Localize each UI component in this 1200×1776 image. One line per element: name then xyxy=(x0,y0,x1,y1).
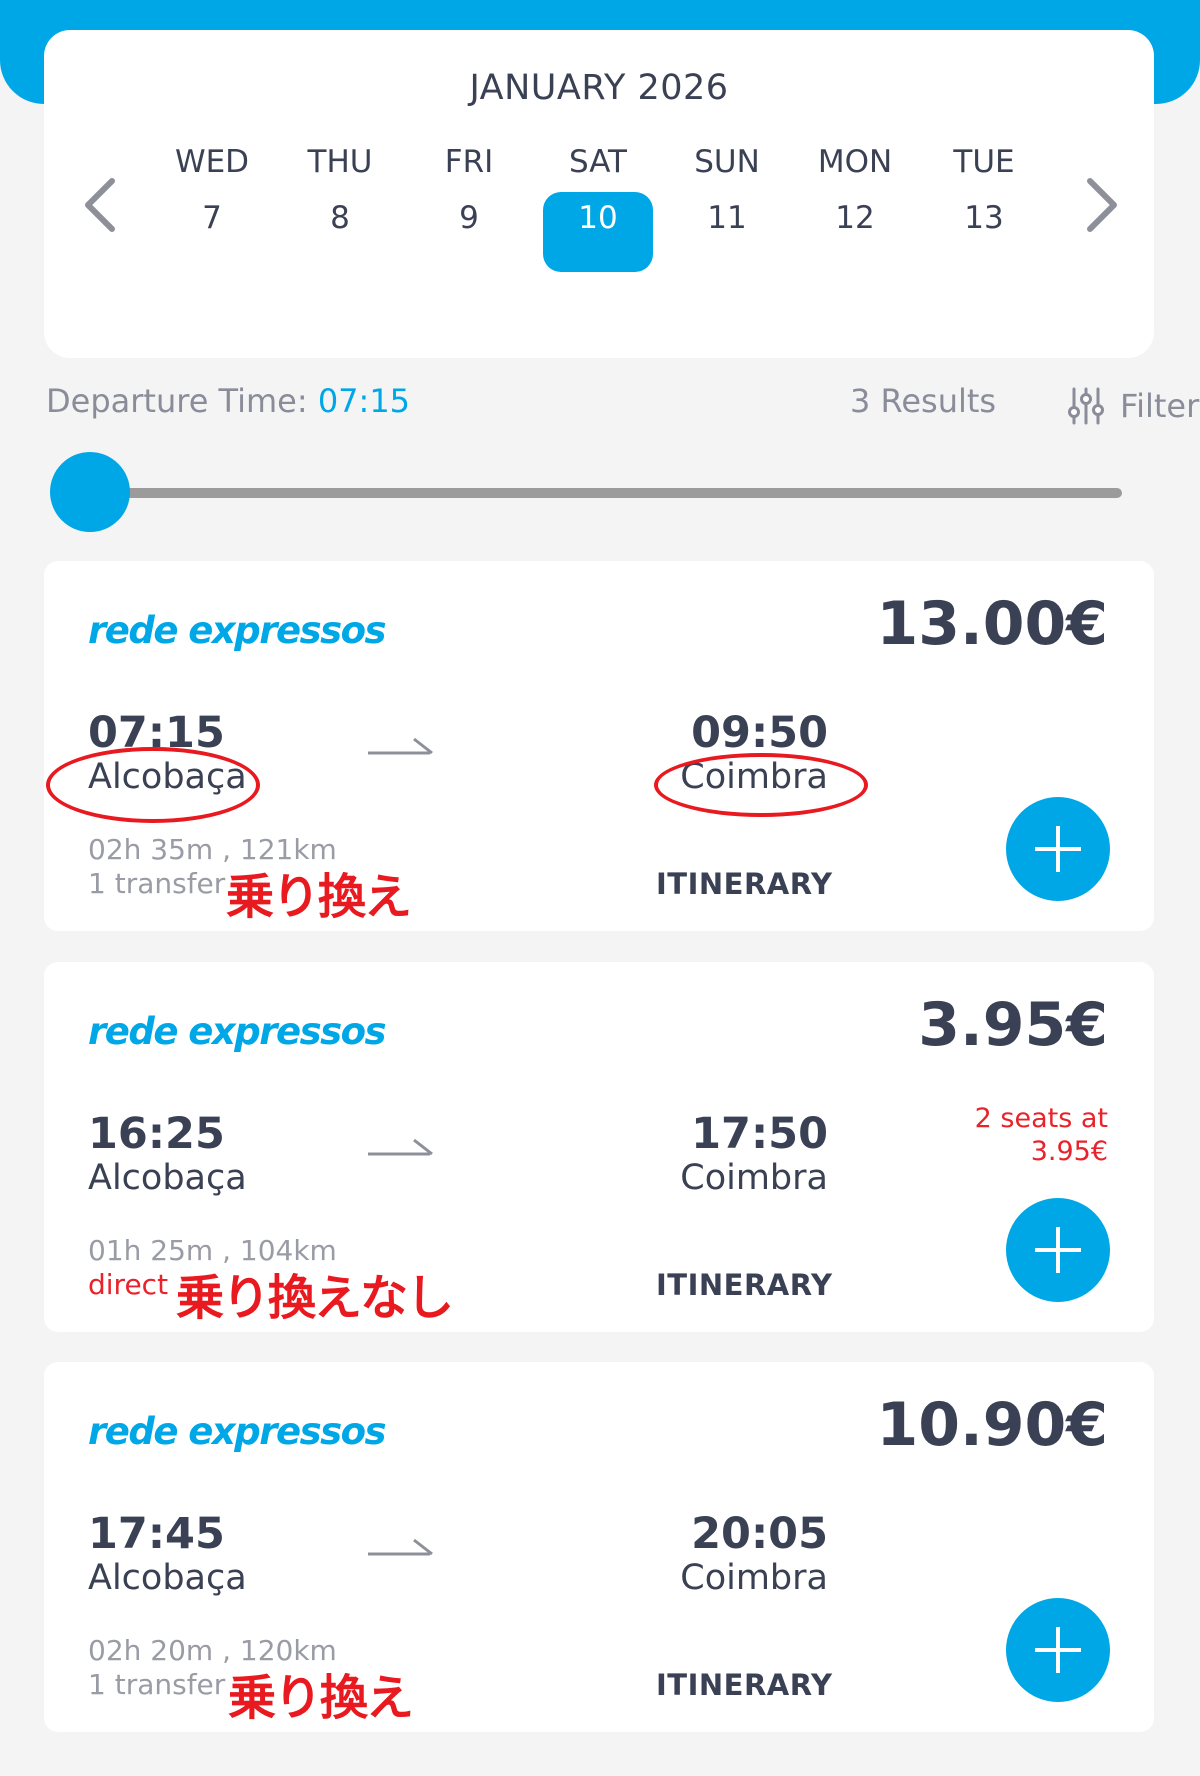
day-of-week: THU xyxy=(307,144,373,180)
departure-time: 16:25 xyxy=(88,1109,225,1159)
itinerary-link[interactable]: ITINERARY xyxy=(656,1668,832,1702)
arrival-city: Coimbra xyxy=(680,1158,828,1198)
day-number: 7 xyxy=(202,200,222,236)
filter-label: Filter xyxy=(1120,387,1200,425)
route-arrow-icon xyxy=(368,1138,433,1156)
month-title: JANUARY 2026 xyxy=(469,68,729,108)
trip-card[interactable]: rede expressos 10.90€ 17:45 20:05 Alcoba… xyxy=(44,1362,1154,1732)
operator-logo: rede expressos xyxy=(88,1010,387,1053)
trip-card[interactable]: rede expressos 3.95€ 2 seats at 3.95€ 16… xyxy=(44,962,1154,1332)
sliders-icon xyxy=(1068,387,1104,425)
trip-price: 3.95€ xyxy=(918,990,1108,1060)
annotation-circle xyxy=(46,747,260,823)
results-count: 3 Results xyxy=(850,382,997,420)
next-week-button[interactable] xyxy=(1074,165,1130,245)
add-trip-button[interactable] xyxy=(1006,1198,1110,1302)
arrival-time: 17:50 xyxy=(691,1109,828,1159)
day-of-week: WED xyxy=(174,144,250,180)
day-of-week: TUE xyxy=(953,144,1015,180)
trip-transfers: 1 transfer xyxy=(88,867,226,900)
arrival-time: 09:50 xyxy=(691,708,828,758)
day-tue-13[interactable]: TUE 13 xyxy=(929,142,1039,272)
day-sat-10[interactable]: SAT 10 xyxy=(543,142,653,272)
route-arrow-icon xyxy=(368,1538,433,1556)
chevron-right-icon xyxy=(1087,178,1117,232)
day-of-week: MON xyxy=(817,144,893,180)
departure-city: Alcobaça xyxy=(88,1558,247,1598)
day-number: 9 xyxy=(459,200,479,236)
day-of-week: FRI xyxy=(444,144,494,180)
trip-price: 13.00€ xyxy=(876,589,1108,659)
route-arrow-icon xyxy=(368,737,433,755)
day-fri-9[interactable]: FRI 9 xyxy=(414,142,524,272)
operator-logo: rede expressos xyxy=(88,1410,387,1453)
day-wed-7[interactable]: WED 7 xyxy=(157,142,267,272)
add-trip-button[interactable] xyxy=(1006,797,1110,901)
itinerary-link[interactable]: ITINERARY xyxy=(656,867,832,901)
departure-time-slider[interactable] xyxy=(50,452,1150,532)
day-thu-8[interactable]: THU 8 xyxy=(285,142,395,272)
annotation-note: 乗り換え xyxy=(226,869,412,925)
trip-transfers: direct xyxy=(88,1268,169,1301)
arrival-time: 20:05 xyxy=(691,1509,828,1559)
trip-card[interactable]: rede expressos 13.00€ 07:15 09:50 Alcoba… xyxy=(44,561,1154,931)
prev-week-button[interactable] xyxy=(72,165,128,245)
annotation-note: 乗り換えなし xyxy=(176,1270,454,1326)
departure-time-label: Departure Time: 07:15 xyxy=(46,382,410,420)
departure-filter-row: Departure Time: 07:15 3 Results Filter xyxy=(46,382,1199,432)
departure-time: 17:45 xyxy=(88,1509,225,1559)
annotation-note: 乗り換え xyxy=(228,1670,414,1726)
day-number: 8 xyxy=(330,200,350,236)
filter-button[interactable]: Filter xyxy=(1066,382,1199,430)
date-picker: JANUARY 2026 WED 7 THU 8 FRI 9 SAT 10 SU… xyxy=(44,30,1154,358)
seat-note-line: 2 seats at xyxy=(974,1103,1108,1134)
slider-track xyxy=(90,488,1122,498)
departure-time-caption: Departure Time: xyxy=(46,382,318,420)
seat-note-price: 3.95€ xyxy=(1030,1136,1108,1167)
slider-thumb[interactable] xyxy=(50,452,130,532)
day-of-week: SAT xyxy=(569,144,627,180)
day-sun-11[interactable]: SUN 11 xyxy=(672,142,782,272)
day-number: 11 xyxy=(707,200,747,236)
trip-price: 10.90€ xyxy=(876,1390,1108,1460)
arrival-city: Coimbra xyxy=(680,1558,828,1598)
departure-time-value: 07:15 xyxy=(317,382,411,420)
add-trip-button[interactable] xyxy=(1006,1598,1110,1702)
day-number-selected: 10 xyxy=(543,192,653,272)
seat-availability-note: 2 seats at 3.95€ xyxy=(975,1102,1108,1168)
day-number: 12 xyxy=(835,200,875,236)
day-number: 13 xyxy=(964,200,1004,236)
chevron-left-icon xyxy=(85,178,115,232)
departure-city: Alcobaça xyxy=(88,1158,247,1198)
day-of-week: SUN xyxy=(694,144,760,180)
itinerary-link[interactable]: ITINERARY xyxy=(656,1268,832,1302)
annotation-circle xyxy=(654,753,868,817)
day-mon-12[interactable]: MON 12 xyxy=(800,142,910,272)
operator-logo: rede expressos xyxy=(88,609,387,652)
trip-transfers: 1 transfer xyxy=(88,1668,226,1701)
